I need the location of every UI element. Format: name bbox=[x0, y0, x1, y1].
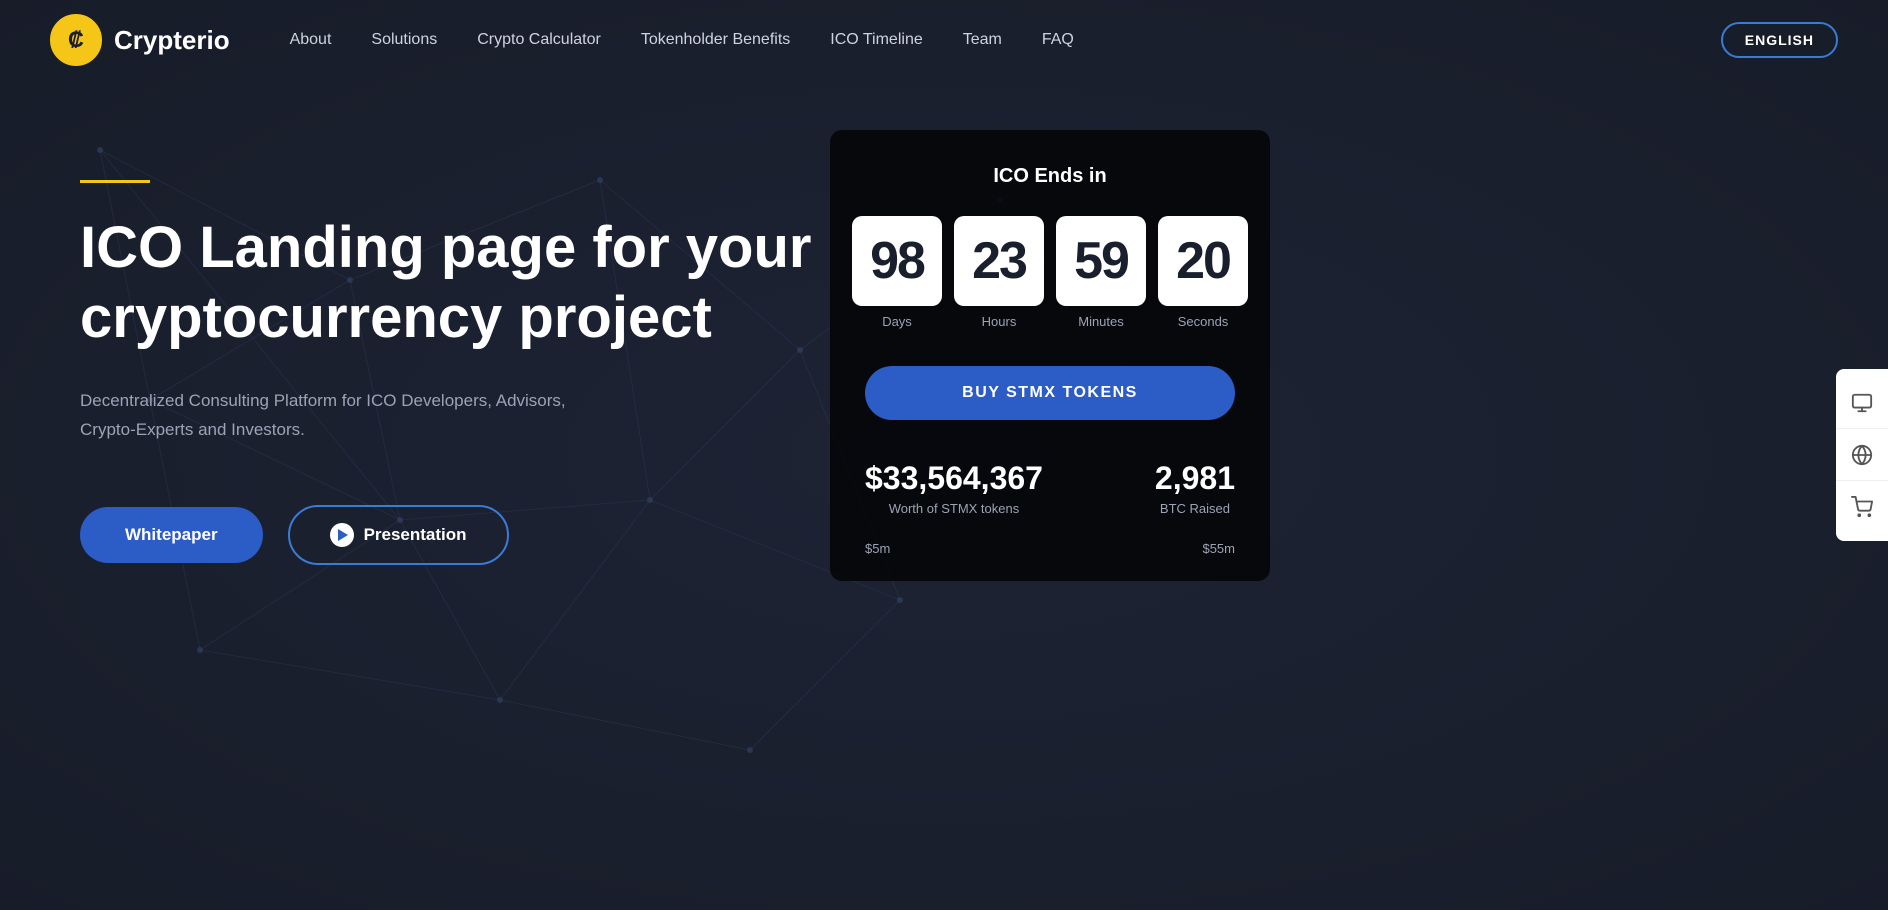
nav-link-solutions[interactable]: Solutions bbox=[371, 31, 437, 49]
nav-link-ico-timeline[interactable]: ICO Timeline bbox=[830, 31, 922, 49]
nav-links: About Solutions Crypto Calculator Tokenh… bbox=[290, 31, 1721, 49]
ico-stat-btc: 2,981 BTC Raised bbox=[1155, 460, 1235, 516]
progress-max: $55m bbox=[1202, 541, 1235, 556]
whitepaper-button[interactable]: Whitepaper bbox=[80, 507, 263, 563]
logo-text: Crypterio bbox=[114, 25, 230, 56]
nav-link-team[interactable]: Team bbox=[963, 31, 1002, 49]
nav-link-faq[interactable]: FAQ bbox=[1042, 31, 1074, 49]
btc-value: 2,981 bbox=[1155, 460, 1235, 497]
side-icons-panel bbox=[1836, 369, 1888, 541]
monitor-icon[interactable] bbox=[1836, 377, 1888, 429]
language-button[interactable]: ENGLISH bbox=[1721, 22, 1838, 58]
hero-buttons: Whitepaper Presentation bbox=[80, 505, 830, 565]
progress-labels: $5m $55m bbox=[865, 541, 1235, 556]
progress-min: $5m bbox=[865, 541, 890, 556]
presentation-label: Presentation bbox=[364, 525, 467, 545]
countdown-seconds: 20 bbox=[1158, 216, 1248, 306]
navbar: ₡ Crypterio About Solutions Crypto Calcu… bbox=[0, 0, 1888, 80]
accent-line bbox=[80, 180, 150, 183]
countdown-hours-label: Hours bbox=[982, 314, 1017, 329]
logo[interactable]: ₡ Crypterio bbox=[50, 14, 230, 66]
buy-tokens-button[interactable]: BUY STMX TOKENS bbox=[865, 366, 1235, 420]
svg-text:₡: ₡ bbox=[68, 27, 84, 52]
countdown-days: 98 bbox=[852, 216, 942, 306]
logo-icon: ₡ bbox=[50, 14, 102, 66]
ico-stats: $33,564,367 Worth of STMX tokens 2,981 B… bbox=[865, 440, 1235, 526]
countdown-minutes-block: 59 Minutes bbox=[1056, 216, 1146, 329]
countdown-days-label: Days bbox=[882, 314, 912, 329]
hero-title: ICO Landing page for your cryptocurrency… bbox=[80, 213, 830, 352]
nav-link-tokenholder-benefits[interactable]: Tokenholder Benefits bbox=[641, 31, 790, 49]
nav-link-crypto-calculator[interactable]: Crypto Calculator bbox=[477, 31, 601, 49]
countdown-days-block: 98 Days bbox=[852, 216, 942, 329]
stmx-value: $33,564,367 bbox=[865, 460, 1043, 497]
btc-label: BTC Raised bbox=[1155, 501, 1235, 516]
globe-icon[interactable] bbox=[1836, 429, 1888, 481]
ico-ends-title: ICO Ends in bbox=[865, 165, 1235, 188]
play-triangle bbox=[338, 529, 348, 541]
countdown-hours-block: 23 Hours bbox=[954, 216, 1044, 329]
countdown-seconds-label: Seconds bbox=[1178, 314, 1229, 329]
ico-widget-inner: ICO Ends in 98 Days 23 Hours 59 Minutes … bbox=[830, 130, 1270, 581]
hero-section: ICO Landing page for your cryptocurrency… bbox=[0, 80, 1888, 910]
presentation-button[interactable]: Presentation bbox=[288, 505, 509, 565]
play-icon bbox=[330, 523, 354, 547]
hero-left: ICO Landing page for your cryptocurrency… bbox=[80, 120, 830, 565]
countdown-seconds-block: 20 Seconds bbox=[1158, 216, 1248, 329]
ico-widget: ICO Ends in 98 Days 23 Hours 59 Minutes … bbox=[830, 130, 1270, 581]
hero-subtitle: Decentralized Consulting Platform for IC… bbox=[80, 387, 600, 445]
stmx-label: Worth of STMX tokens bbox=[865, 501, 1043, 516]
countdown-hours: 23 bbox=[954, 216, 1044, 306]
cart-icon[interactable] bbox=[1836, 481, 1888, 533]
countdown: 98 Days 23 Hours 59 Minutes 20 Seconds bbox=[865, 216, 1235, 329]
nav-link-about[interactable]: About bbox=[290, 31, 332, 49]
countdown-minutes: 59 bbox=[1056, 216, 1146, 306]
countdown-minutes-label: Minutes bbox=[1078, 314, 1124, 329]
ico-stat-value: $33,564,367 Worth of STMX tokens bbox=[865, 460, 1043, 516]
